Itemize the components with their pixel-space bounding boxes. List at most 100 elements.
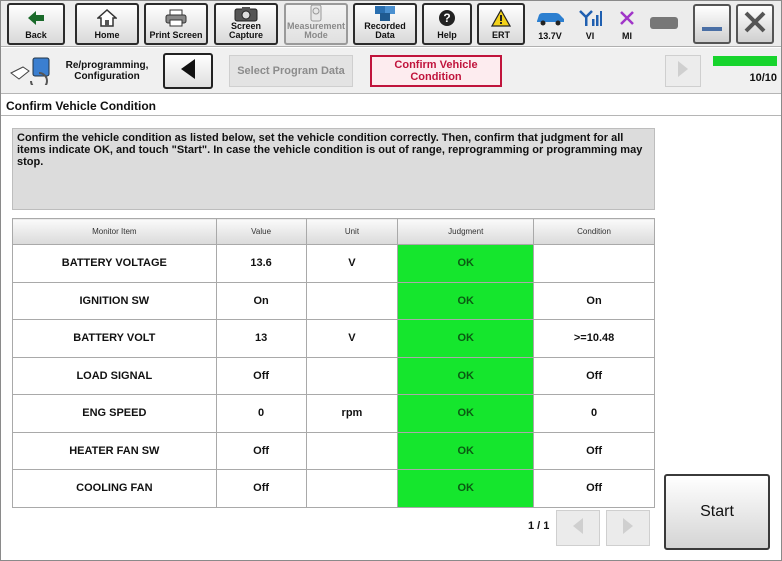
help-button[interactable]: ? Help (422, 3, 472, 45)
cell-unit: V (305, 319, 399, 358)
cell-unit: rpm (305, 394, 399, 433)
cell-judgment: OK (397, 281, 535, 320)
warning-icon (491, 5, 511, 31)
cell-unit (305, 431, 399, 470)
triangle-right-icon (676, 60, 690, 83)
table-row: BATTERY VOLTAGE 13.6 V OK (12, 244, 655, 283)
cell-judgment: OK (397, 356, 535, 395)
meter-icon (307, 4, 325, 22)
vi-status: VI (573, 5, 607, 45)
signal-icon (578, 5, 602, 31)
cell-item: COOLING FAN (12, 469, 217, 508)
divider (1, 115, 781, 116)
cell-item: LOAD SIGNAL (12, 356, 217, 395)
progress-bar (713, 56, 777, 66)
home-icon (97, 5, 117, 31)
navigation-bar: Re/programming, Configuration Select Pro… (1, 48, 781, 94)
printer-icon (164, 5, 188, 31)
next-step-button[interactable] (665, 55, 701, 87)
minimize-icon (699, 9, 725, 40)
cell-judgment: OK (397, 394, 535, 433)
cell-value: 13 (215, 319, 307, 358)
step-confirm-vehicle-condition: Confirm Vehicle Condition (370, 55, 502, 87)
battery-status: 13.7V (531, 5, 569, 45)
step-progress: 10/10 (713, 56, 777, 86)
minimize-button[interactable] (693, 4, 731, 44)
cell-condition: On (533, 281, 655, 320)
col-value: Value (215, 218, 307, 245)
table-row: IGNITION SW On OK On (12, 281, 655, 320)
cell-unit (305, 469, 399, 508)
col-judgment: Judgment (397, 218, 535, 245)
page-prev-button[interactable] (556, 510, 600, 546)
page-next-button[interactable] (606, 510, 650, 546)
cell-judgment: OK (397, 469, 535, 508)
cell-unit (305, 356, 399, 395)
car-icon (534, 5, 566, 31)
table-header-row: Monitor Item Value Unit Judgment Conditi… (12, 218, 655, 245)
progress-text: 10/10 (749, 72, 777, 84)
back-button[interactable]: Back (7, 3, 65, 45)
page-indicator: 1 / 1 (528, 520, 550, 532)
cell-value: On (215, 281, 307, 320)
cell-unit: V (305, 244, 399, 283)
cell-condition: Off (533, 431, 655, 470)
instruction-text: Confirm the vehicle condition as listed … (12, 128, 655, 210)
cell-item: BATTERY VOLTAGE (12, 244, 217, 283)
col-monitor-item: Monitor Item (12, 218, 217, 245)
table-row: COOLING FAN Off OK Off (12, 469, 655, 508)
step-select-program-data: Select Program Data (229, 55, 353, 87)
reprogramming-icon (9, 55, 55, 90)
screen-capture-button[interactable]: Screen Capture (214, 3, 278, 45)
monitor-table: Monitor Item Value Unit Judgment Conditi… (12, 218, 655, 508)
measurement-mode-button[interactable]: Measurement Mode (284, 3, 348, 45)
cell-item: BATTERY VOLT (12, 319, 217, 358)
previous-step-button[interactable] (163, 53, 213, 89)
svg-text:?: ? (443, 11, 450, 25)
print-screen-button[interactable]: Print Screen (144, 3, 208, 45)
close-button[interactable] (736, 4, 774, 44)
help-icon: ? (438, 5, 456, 31)
cell-item: IGNITION SW (12, 281, 217, 320)
ert-button[interactable]: ERT (477, 3, 525, 45)
cell-judgment: OK (397, 244, 535, 283)
home-button[interactable]: Home (75, 3, 139, 45)
cell-value: Off (215, 469, 307, 508)
back-arrow-icon (27, 5, 45, 31)
recorded-data-button[interactable]: Recorded Data (353, 3, 417, 45)
camera-icon (234, 5, 258, 22)
disconnected-x-icon (618, 5, 636, 31)
cell-condition: Off (533, 469, 655, 508)
recorded-data-icon (372, 4, 398, 22)
cell-value: Off (215, 431, 307, 470)
cell-condition: 0 (533, 394, 655, 433)
col-condition: Condition (533, 218, 655, 245)
cell-condition: Off (533, 356, 655, 395)
start-button[interactable]: Start (664, 474, 770, 550)
page-next-icon (621, 517, 635, 540)
cell-condition (533, 244, 655, 283)
device-icon (649, 5, 679, 41)
col-unit: Unit (305, 218, 399, 245)
table-row: LOAD SIGNAL Off OK Off (12, 356, 655, 395)
table-row: ENG SPEED 0 rpm OK 0 (12, 394, 655, 433)
close-icon (742, 9, 768, 40)
cell-condition: >=10.48 (533, 319, 655, 358)
cell-unit (305, 281, 399, 320)
table-row: HEATER FAN SW Off OK Off (12, 431, 655, 470)
table-row: BATTERY VOLT 13 V OK >=10.48 (12, 319, 655, 358)
page-title: Confirm Vehicle Condition (6, 99, 157, 113)
cell-judgment: OK (397, 319, 535, 358)
mi-status: MI (610, 5, 644, 45)
page-prev-icon (571, 517, 585, 540)
triangle-left-icon (179, 58, 197, 85)
cell-value: 13.6 (215, 244, 307, 283)
toolbar: Back Home Print Screen Screen Capture Me… (1, 1, 781, 47)
section-label: Re/programming, Configuration (65, 60, 149, 82)
cell-value: 0 (215, 394, 307, 433)
cell-value: Off (215, 356, 307, 395)
device-status (647, 5, 681, 45)
cell-judgment: OK (397, 431, 535, 470)
cell-item: ENG SPEED (12, 394, 217, 433)
cell-item: HEATER FAN SW (12, 431, 217, 470)
